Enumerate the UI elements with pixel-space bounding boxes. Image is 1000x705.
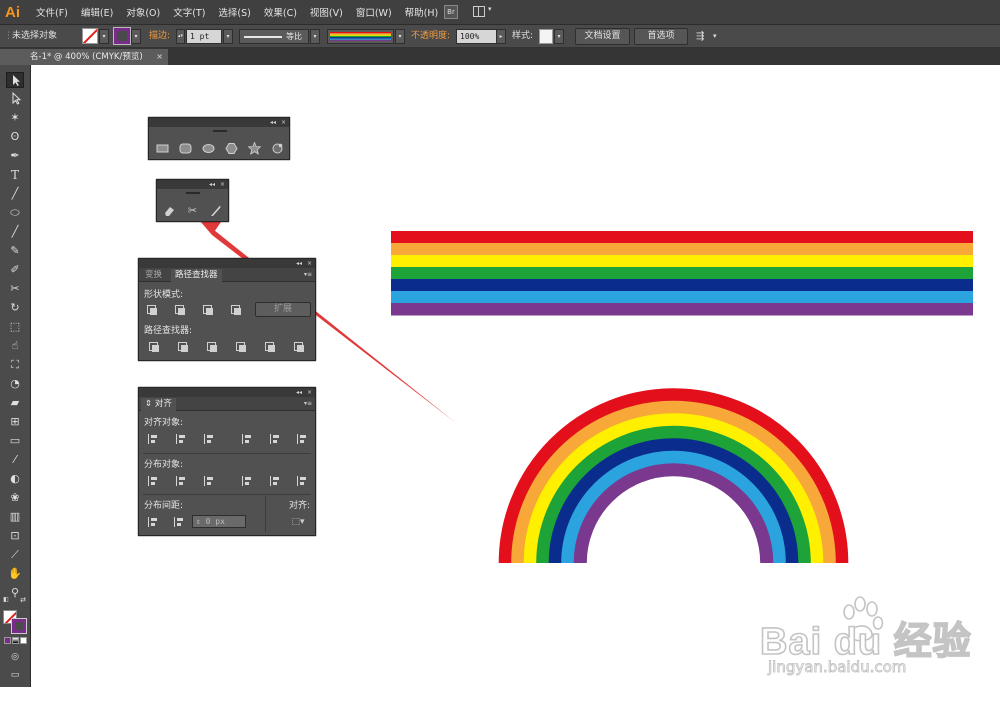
collapse-icon[interactable]: ◂◂ <box>209 180 215 189</box>
ellipse-icon[interactable] <box>202 142 215 155</box>
divider <box>265 496 266 532</box>
distribute-horizontal-center-icon[interactable] <box>270 476 281 486</box>
rainbow-arc[interactable] <box>498 388 849 564</box>
panel-titlebar[interactable]: ◂◂ × <box>139 259 315 268</box>
exclude-icon[interactable] <box>231 305 241 315</box>
merge-icon[interactable] <box>207 342 217 352</box>
rainbow-stripe[interactable] <box>391 291 973 304</box>
close-icon[interactable]: × <box>220 180 225 189</box>
distribute-right-icon[interactable] <box>297 476 308 486</box>
align-to-selection-icon[interactable]: ⬚▾ <box>288 516 308 529</box>
rainbow-stripe[interactable] <box>391 231 973 244</box>
scissors-icon[interactable]: ✂ <box>186 204 199 217</box>
rounded-rectangle-icon[interactable] <box>179 142 192 155</box>
collapse-icon[interactable]: ◂◂ <box>270 118 276 127</box>
tab-align[interactable]: ⇕ 对齐 <box>141 398 176 411</box>
close-icon[interactable]: × <box>307 388 312 397</box>
rainbow-stripe[interactable] <box>391 243 973 256</box>
collapse-icon[interactable]: ◂◂ <box>296 259 302 268</box>
shape-modes-label: 形状模式: <box>144 290 184 300</box>
panel-grip[interactable] <box>213 130 227 132</box>
unite-icon[interactable] <box>147 305 157 315</box>
minus-front-icon[interactable] <box>175 305 185 315</box>
distribute-objects-label: 分布对象: <box>144 460 184 470</box>
panel-menu-icon[interactable]: ▾≡ <box>304 399 312 408</box>
close-icon[interactable]: × <box>307 259 312 268</box>
panel-menu-icon[interactable]: ▾≡ <box>304 270 312 279</box>
eraser-icon[interactable] <box>163 204 176 217</box>
minus-back-icon[interactable] <box>294 342 304 352</box>
panel-titlebar[interactable]: ◂◂ × <box>149 118 289 127</box>
eraser-tools-panel: ◂◂ × ✂ <box>156 179 229 222</box>
tab-transform[interactable]: 变换 <box>141 269 166 282</box>
align-top-icon[interactable] <box>242 434 253 444</box>
polygon-icon[interactable] <box>225 142 238 155</box>
distribute-spacing-label: 分布间距: <box>144 501 184 511</box>
rainbow-stripe[interactable] <box>391 267 973 280</box>
align-left-icon[interactable] <box>148 434 159 444</box>
rainbow-stripe[interactable] <box>391 279 973 292</box>
pathfinders-label: 路径查找器: <box>144 326 193 336</box>
align-to-label: 对齐: <box>289 501 311 511</box>
outline-icon[interactable] <box>265 342 275 352</box>
divider <box>143 494 311 495</box>
distribute-top-icon[interactable] <box>148 476 159 486</box>
align-vertical-center-icon[interactable] <box>270 434 281 444</box>
align-bottom-icon[interactable] <box>297 434 308 444</box>
collapse-icon[interactable]: ◂◂ <box>296 388 302 397</box>
spacing-field[interactable]: ⇕ 0 px <box>192 515 246 528</box>
intersect-icon[interactable] <box>203 305 213 315</box>
expand-button[interactable]: 扩展 <box>255 302 311 317</box>
vertical-spacing-icon[interactable] <box>148 517 159 527</box>
tab-pathfinder[interactable]: 路径查找器 <box>171 269 222 282</box>
rectangle-icon[interactable] <box>156 142 169 155</box>
panel-tabs: ⇕ 对齐 ▾≡ <box>139 397 315 411</box>
rainbow-stripe[interactable] <box>391 255 973 268</box>
align-right-icon[interactable] <box>204 434 215 444</box>
trim-icon[interactable] <box>178 342 188 352</box>
align-objects-label: 对齐对象: <box>144 418 184 428</box>
panel-tabs: 变换 路径查找器 ▾≡ <box>139 268 315 282</box>
spacing-value: 0 px <box>205 517 225 526</box>
star-icon[interactable] <box>247 141 262 155</box>
tab-align-label: 对齐 <box>154 399 172 409</box>
watermark-url: jingyan.baidu.com <box>768 658 907 677</box>
pathfinder-panel: ◂◂ × 变换 路径查找器 ▾≡ 形状模式: 扩展 路径查找器: <box>138 258 316 361</box>
baidu-watermark: Bai du 经验 jingyan.baidu.com <box>759 596 971 686</box>
crop-icon[interactable] <box>236 342 246 352</box>
close-icon[interactable]: × <box>281 118 286 127</box>
rainbow-stripes[interactable] <box>391 231 973 316</box>
watermark-brand: Bai du 经验 <box>759 620 972 664</box>
align-panel: ◂◂ × ⇕ 对齐 ▾≡ 对齐对象: 分布对象: 分布间距: ⇕ 0 px 对齐… <box>138 387 316 536</box>
divide-icon[interactable] <box>149 342 159 352</box>
divider <box>143 453 311 454</box>
distribute-vertical-center-icon[interactable] <box>176 476 187 486</box>
distribute-bottom-icon[interactable] <box>204 476 215 486</box>
rainbow-stripe[interactable] <box>391 303 973 316</box>
horizontal-spacing-icon[interactable] <box>174 517 185 527</box>
align-horizontal-center-icon[interactable] <box>176 434 187 444</box>
flare-icon[interactable] <box>271 142 284 155</box>
panel-titlebar[interactable]: ◂◂ × <box>157 180 228 189</box>
panel-grip[interactable] <box>186 192 200 194</box>
knife-icon[interactable] <box>209 204 222 217</box>
panel-titlebar[interactable]: ◂◂ × <box>139 388 315 397</box>
shape-tools-panel: ◂◂ × <box>148 117 290 160</box>
distribute-left-icon[interactable] <box>242 476 253 486</box>
